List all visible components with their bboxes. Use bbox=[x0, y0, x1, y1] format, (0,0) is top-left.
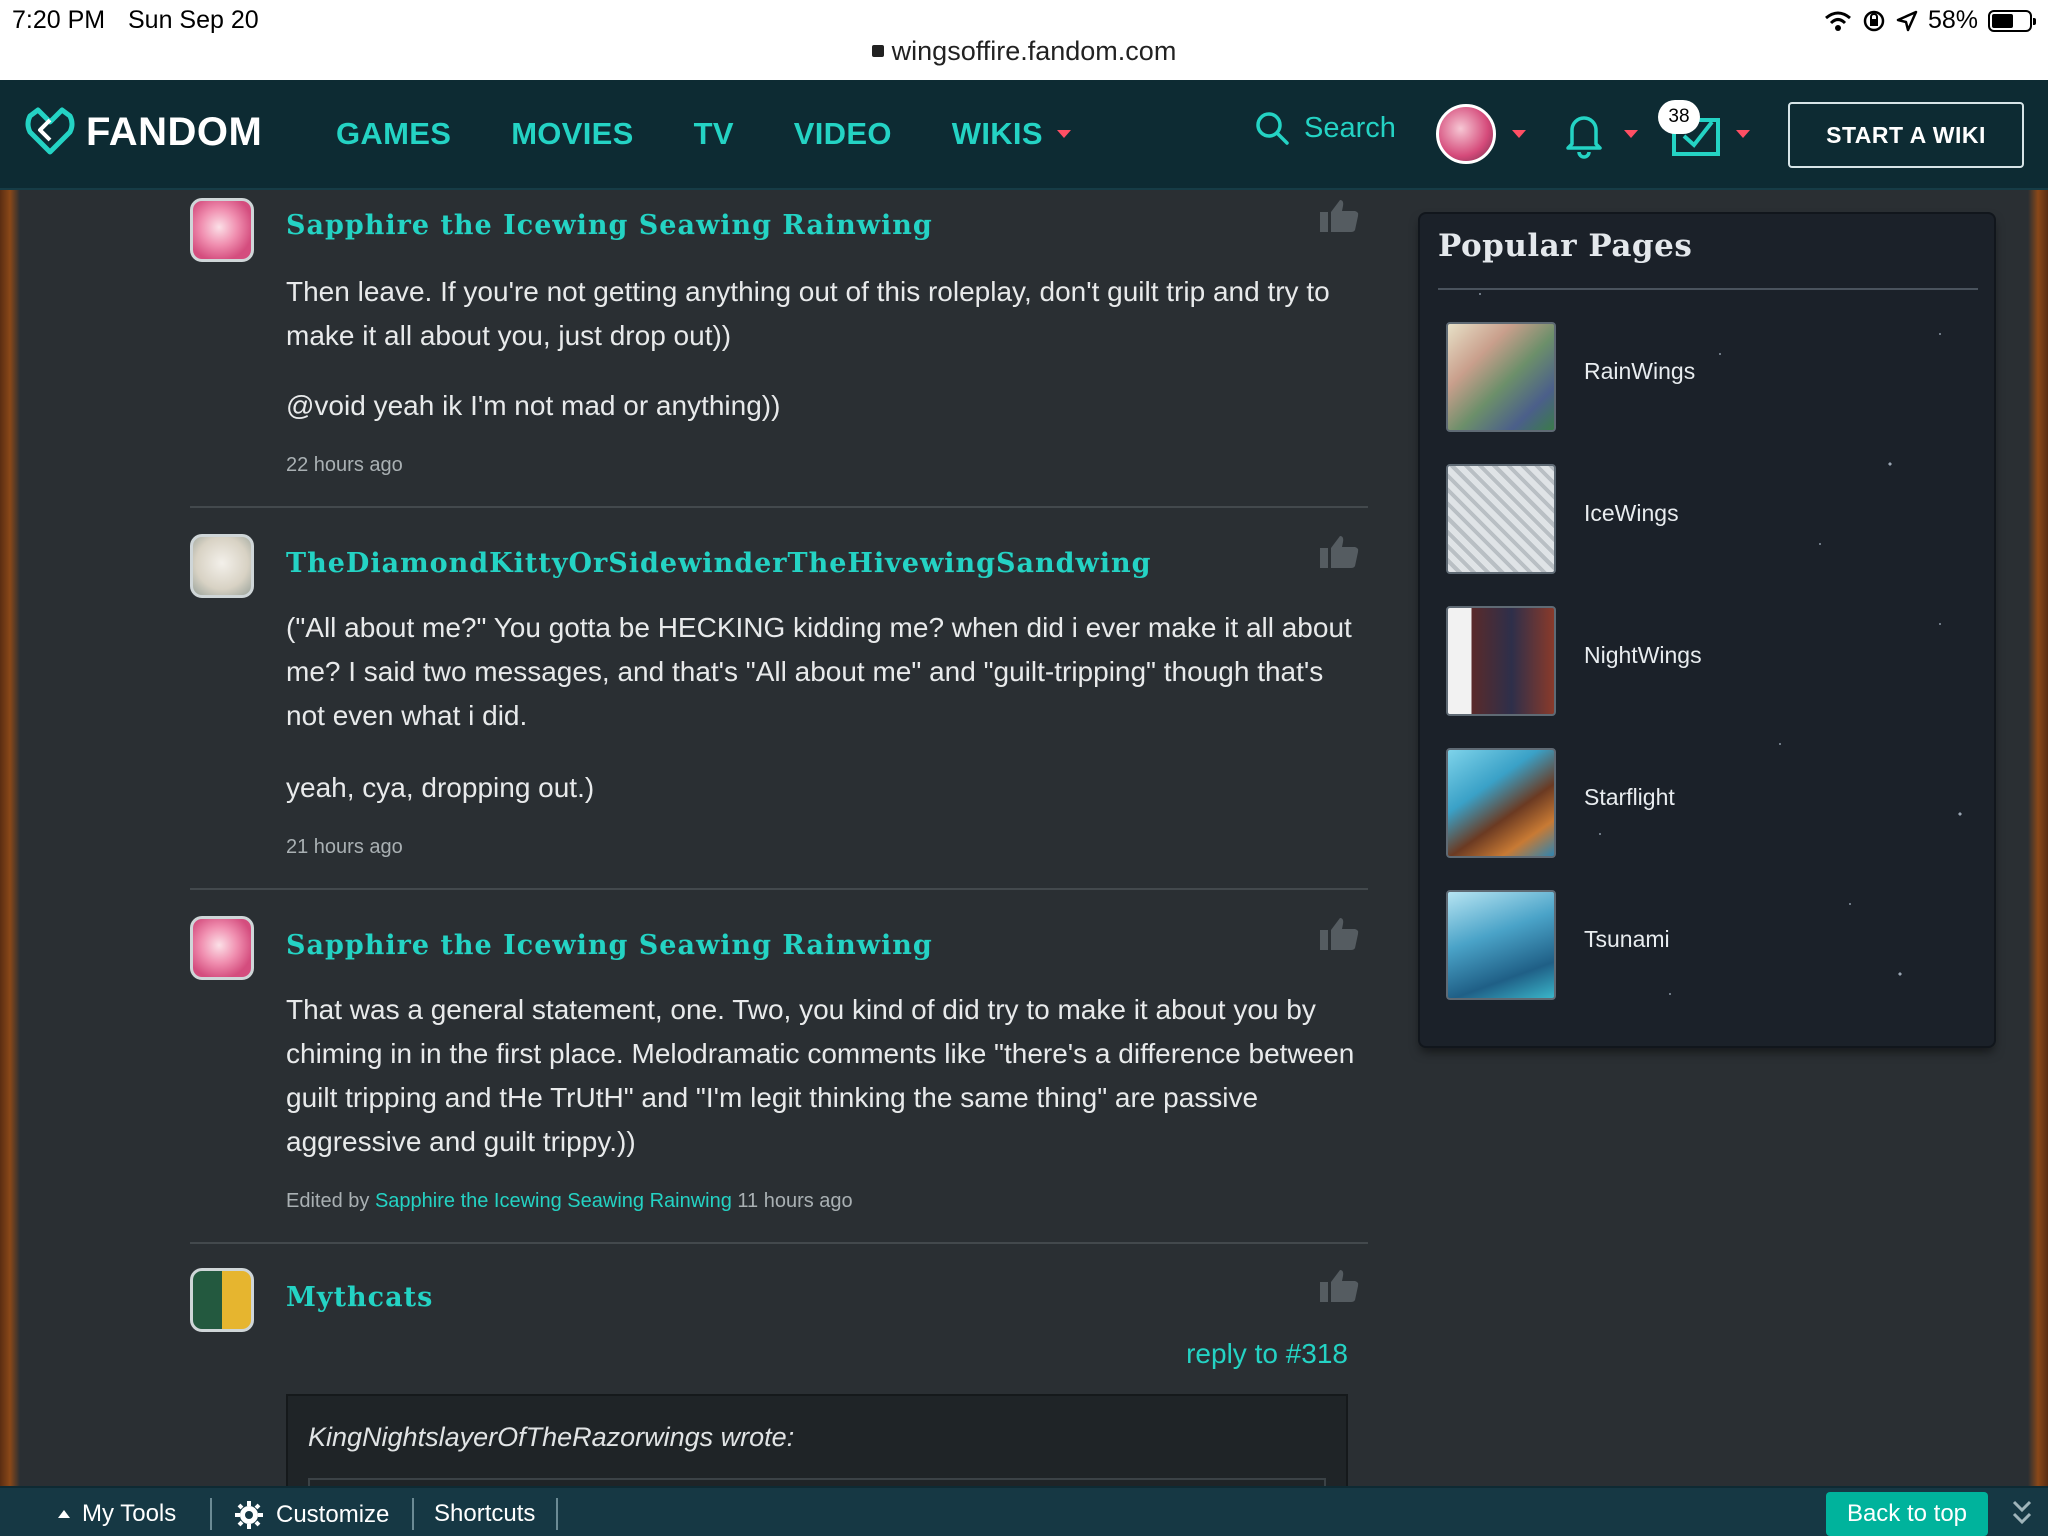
comment-text: That was a general statement, one. Two, … bbox=[286, 994, 1355, 1157]
gear-icon bbox=[235, 1501, 263, 1529]
orientation-lock-icon bbox=[1863, 10, 1885, 31]
comment-author[interactable]: Sapphire the Icewing Seawing Rainwing bbox=[286, 930, 933, 961]
customize-label: Customize bbox=[276, 1501, 390, 1528]
comment-divider bbox=[190, 506, 1368, 508]
nav-links: GAMES MOVIES TV VIDEO WIKIS bbox=[336, 116, 1071, 152]
quote-attribution: KingNightslayerOfTheRazorwings wrote: bbox=[308, 1422, 795, 1452]
popular-pages-panel: Popular Pages RainWings IceWings NightWi… bbox=[1420, 214, 1994, 1046]
page-thumbnail bbox=[1446, 748, 1556, 858]
fandom-heart-icon bbox=[25, 107, 75, 155]
comment-divider bbox=[190, 1242, 1368, 1244]
quote-block: KingNightslayerOfTheRazorwings wrote: bbox=[286, 1394, 1348, 1498]
ios-status-bar: 7:20 PM Sun Sep 20 58% wingsoffire.fando… bbox=[0, 0, 2048, 80]
location-arrow-icon bbox=[1896, 10, 1918, 31]
comment-text: Then leave. If you're not getting anythi… bbox=[286, 276, 1330, 351]
fandom-logo[interactable]: FANDOM bbox=[24, 106, 262, 158]
fandom-logo-text: FANDOM bbox=[86, 109, 263, 154]
notifications-chevron-icon[interactable] bbox=[1624, 130, 1638, 138]
bell-icon[interactable] bbox=[1564, 110, 1604, 160]
battery-percent: 58% bbox=[1927, 6, 1978, 34]
status-indicators: 58% bbox=[1824, 6, 2036, 35]
toolbar-separator bbox=[556, 1498, 558, 1530]
address-bar[interactable]: wingsoffire.fandom.com bbox=[0, 36, 2048, 67]
shortcuts-button[interactable]: Shortcuts bbox=[434, 1500, 535, 1528]
my-tools-label: My Tools bbox=[82, 1500, 177, 1527]
page-thumbnail bbox=[1446, 464, 1556, 574]
comment-text: @void yeah ik I'm not mad or anything)) bbox=[286, 390, 781, 421]
popular-pages-title: Popular Pages bbox=[1438, 228, 1693, 264]
messages-count-badge: 38 bbox=[1658, 100, 1700, 134]
popular-page-item[interactable]: NightWings bbox=[1446, 606, 1966, 716]
nav-games[interactable]: GAMES bbox=[336, 116, 451, 152]
messages-chevron-icon[interactable] bbox=[1736, 130, 1750, 138]
popular-page-item[interactable]: RainWings bbox=[1446, 322, 1966, 432]
my-tools-button[interactable]: My Tools bbox=[58, 1500, 176, 1528]
commenter-avatar[interactable] bbox=[190, 1268, 254, 1332]
nav-movies[interactable]: MOVIES bbox=[511, 116, 633, 152]
nav-video[interactable]: VIDEO bbox=[794, 116, 892, 152]
thumbs-up-icon[interactable] bbox=[1318, 198, 1360, 234]
comment: Sapphire the Icewing Seawing Rainwing Th… bbox=[190, 198, 1368, 498]
fandom-global-nav: FANDOM GAMES MOVIES TV VIDEO WIKIS Searc… bbox=[0, 80, 2048, 190]
popular-page-label: RainWings bbox=[1584, 358, 1696, 384]
edited-by-prefix: Edited by bbox=[286, 1190, 370, 1212]
toolbar-separator bbox=[412, 1498, 414, 1530]
thumbs-up-icon[interactable] bbox=[1318, 1268, 1360, 1304]
search-label: Search bbox=[1304, 111, 1396, 144]
commenter-avatar[interactable] bbox=[190, 916, 254, 980]
collapse-toolbar-icon[interactable] bbox=[2010, 1498, 2034, 1528]
title-divider bbox=[1438, 288, 1978, 290]
comment-text: ("All about me?" You gotta be HECKING ki… bbox=[286, 612, 1352, 731]
wifi-icon bbox=[1824, 11, 1851, 31]
status-date: Sun Sep 20 bbox=[128, 6, 259, 34]
commenter-avatar[interactable] bbox=[190, 534, 254, 598]
comment: Sapphire the Icewing Seawing Rainwing Th… bbox=[190, 916, 1368, 1246]
popular-page-label: Tsunami bbox=[1584, 926, 1670, 952]
commenter-avatar[interactable] bbox=[190, 198, 254, 262]
comment-author[interactable]: Mythcats bbox=[286, 1282, 433, 1313]
popular-page-label: Starflight bbox=[1584, 784, 1675, 810]
back-to-top-button[interactable]: Back to top bbox=[1826, 1492, 1988, 1536]
comment-timestamp: 22 hours ago bbox=[286, 454, 403, 476]
comment-text: yeah, cya, dropping out.) bbox=[286, 772, 595, 803]
reply-to-link[interactable]: reply to #318 bbox=[1186, 1338, 1348, 1370]
chevron-down-icon bbox=[1056, 130, 1071, 138]
customize-button[interactable]: Customize bbox=[234, 1500, 389, 1530]
comment-timestamp: 21 hours ago bbox=[286, 836, 403, 858]
comment: TheDiamondKittyOrSidewinderTheHivewingSa… bbox=[190, 534, 1368, 874]
caret-up-icon bbox=[58, 1510, 70, 1518]
comment-author[interactable]: Sapphire the Icewing Seawing Rainwing bbox=[286, 210, 933, 241]
user-avatar[interactable] bbox=[1436, 104, 1496, 164]
comment-edit-info: Edited by Sapphire the Icewing Seawing R… bbox=[286, 1190, 853, 1213]
page-thumbnail bbox=[1446, 322, 1556, 432]
nav-wikis-label: WIKIS bbox=[951, 116, 1043, 151]
comment-author[interactable]: TheDiamondKittyOrSidewinderTheHivewingSa… bbox=[286, 548, 1152, 579]
thumbs-up-icon[interactable] bbox=[1318, 916, 1360, 952]
toolbar-separator bbox=[210, 1498, 212, 1530]
comment: Mythcats reply to #318 KingNightslayerOf… bbox=[190, 1268, 1368, 1498]
search-button[interactable]: Search bbox=[1254, 110, 1396, 146]
page-thumbnail bbox=[1446, 606, 1556, 716]
status-time: 7:20 PM bbox=[12, 6, 106, 34]
comment-divider bbox=[190, 888, 1368, 890]
popular-page-label: IceWings bbox=[1584, 500, 1679, 526]
user-menu-chevron-icon[interactable] bbox=[1512, 130, 1526, 138]
page-thumbnail bbox=[1446, 890, 1556, 1000]
battery-icon bbox=[1988, 9, 2036, 32]
url-text: wingsoffire.fandom.com bbox=[891, 36, 1177, 66]
popular-page-label: NightWings bbox=[1584, 642, 1702, 668]
popular-page-item[interactable]: Starflight bbox=[1446, 748, 1966, 858]
comment-timestamp: 11 hours ago bbox=[737, 1190, 853, 1212]
popular-page-item[interactable]: IceWings bbox=[1446, 464, 1966, 574]
lock-icon bbox=[871, 44, 884, 57]
popular-page-item[interactable]: Tsunami bbox=[1446, 890, 1966, 1000]
nav-wikis[interactable]: WIKIS bbox=[952, 116, 1071, 152]
thumbs-up-icon[interactable] bbox=[1318, 534, 1360, 570]
start-a-wiki-button[interactable]: START A WIKI bbox=[1788, 102, 2024, 168]
edited-by-link[interactable]: Sapphire the Icewing Seawing Rainwing bbox=[375, 1190, 732, 1212]
nav-tv[interactable]: TV bbox=[694, 116, 734, 152]
wiki-toolbar: My Tools Customize Shortcuts Back to top bbox=[0, 1486, 2048, 1536]
search-icon bbox=[1256, 112, 1289, 145]
